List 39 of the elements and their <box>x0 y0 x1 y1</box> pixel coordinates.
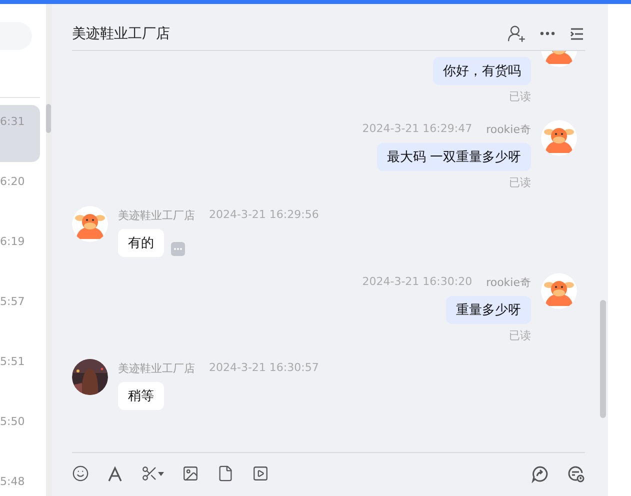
video-icon[interactable] <box>252 465 269 482</box>
scissors-icon[interactable] <box>141 465 164 482</box>
message-bubble: 最大码 一双重量多少呀 <box>376 143 531 171</box>
list-icon[interactable] <box>569 26 585 42</box>
conversation-item[interactable]: 5:50 <box>0 405 40 462</box>
sender-name: 美迹鞋业工厂店 <box>118 208 195 223</box>
message-time: 2024-3-21 16:29:56 <box>209 208 319 223</box>
conversation-item[interactable]: 5:57 <box>0 285 40 342</box>
conversation-item[interactable]: 5:48 <box>0 465 40 496</box>
message-bubble: 你好，有货吗 <box>433 57 531 85</box>
file-icon[interactable] <box>217 465 234 482</box>
chat-history-icon[interactable] <box>567 464 585 482</box>
message-bubble: 稍等 <box>118 382 164 410</box>
sender-name: rookie奇 <box>486 275 531 290</box>
share-icon[interactable] <box>531 464 549 482</box>
add-user-icon[interactable] <box>507 24 526 43</box>
conversation-item[interactable]: 6:19 <box>0 225 40 282</box>
cow-avatar-icon <box>72 206 108 242</box>
message-time: 2024-3-21 16:30:57 <box>209 361 319 376</box>
message-bubble: 重量多少呀 <box>446 296 531 324</box>
sender-name: 美迹鞋业工厂店 <box>118 361 195 376</box>
read-status: 已读 <box>509 175 531 190</box>
cow-avatar-icon <box>541 120 577 156</box>
read-status: 已读 <box>509 89 531 104</box>
cow-avatar-icon <box>541 273 577 309</box>
sender-name: rookie奇 <box>486 122 531 137</box>
read-status: 已读 <box>509 328 531 343</box>
scrollbar-thumb[interactable] <box>600 300 606 418</box>
conversation-item[interactable]: 6:20 <box>0 165 40 222</box>
emoji-icon[interactable] <box>72 465 89 482</box>
conversation-item[interactable]: 6:31 <box>0 105 40 162</box>
image-icon[interactable] <box>182 465 199 482</box>
message-bubble: 有的 <box>118 229 164 257</box>
message-time: 2024-3-21 16:29:47 <box>362 122 472 137</box>
conversation-item[interactable]: 5:51 <box>0 345 40 402</box>
scrollbar-thumb[interactable] <box>46 104 51 133</box>
message-time: 2024-3-21 16:30:20 <box>362 275 472 290</box>
chat-title: 美迹鞋业工厂店 <box>72 25 171 43</box>
font-icon[interactable] <box>107 466 123 482</box>
